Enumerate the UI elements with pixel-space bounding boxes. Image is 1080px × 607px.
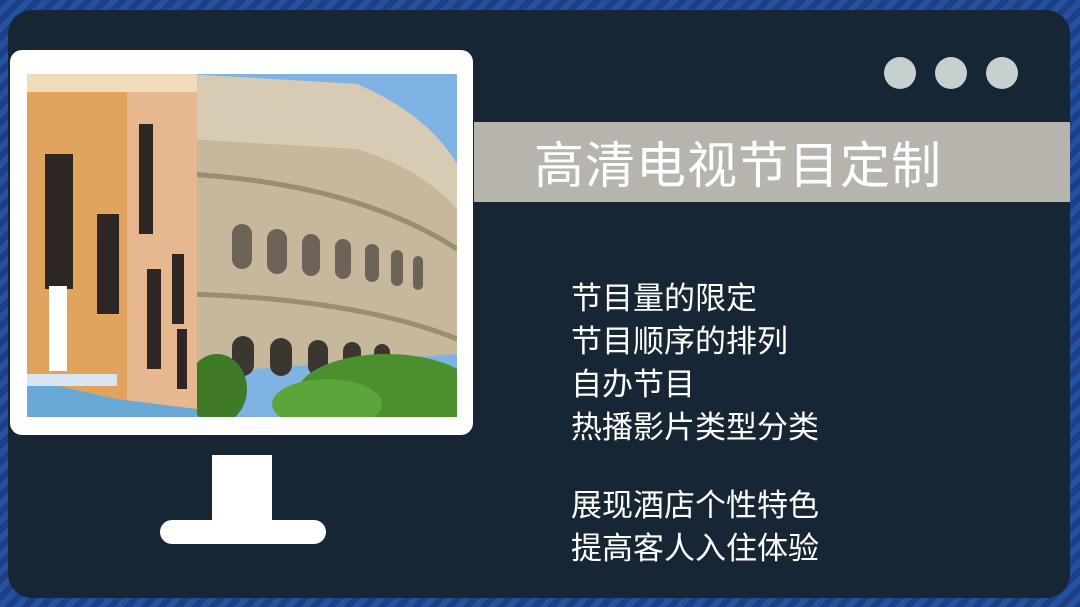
dot-icon — [986, 57, 1018, 89]
dot-icon — [884, 57, 916, 89]
title-band: 高清电视节目定制 — [474, 122, 1070, 202]
page-title: 高清电视节目定制 — [534, 137, 942, 195]
list-item: 节目顺序的排列 — [571, 324, 788, 360]
colosseum-image — [27, 74, 457, 417]
list-item: 热播影片类型分类 — [571, 410, 819, 446]
feature-list: 节目量的限定 节目顺序的排列 自办节目 热播影片类型分类 展现酒店个性特色 提高… — [571, 278, 819, 571]
dot-icon — [935, 57, 967, 89]
list-item: 节目量的限定 — [571, 281, 757, 317]
monitor-stand-base — [160, 520, 326, 544]
benefit-item: 提高客人入住体验 — [571, 531, 819, 567]
monitor-frame — [10, 50, 473, 435]
list-item: 自办节目 — [571, 367, 695, 403]
benefit-item: 展现酒店个性特色 — [571, 488, 819, 524]
window-dots — [884, 57, 1018, 89]
colosseum-photo-icon — [27, 74, 457, 417]
monitor-stand-neck — [212, 455, 272, 525]
